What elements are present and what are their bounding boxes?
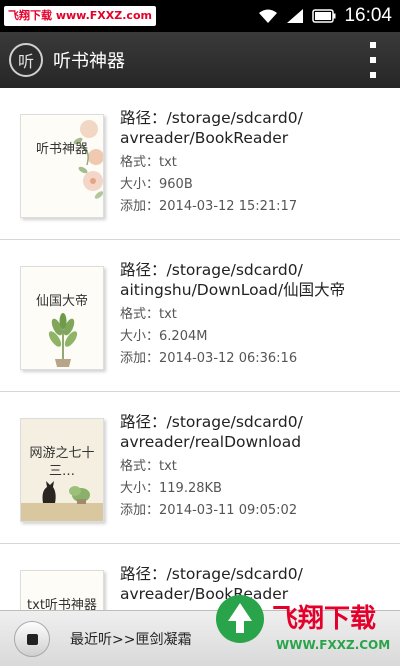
cover-title: 仙国大帝: [35, 294, 88, 309]
recently-listened[interactable]: 最近听>>匣剑凝霜: [70, 629, 191, 649]
overflow-menu-icon[interactable]: [368, 42, 378, 78]
svg-text:WWW.FXXZ.COM: WWW.FXXZ.COM: [276, 638, 390, 652]
book-added-date: 添加：2014-03-12 06:36:16: [120, 351, 298, 366]
plant-illustration: [48, 313, 78, 367]
watermark-text: 飞翔下载 www.FXXZ.com: [4, 6, 156, 26]
svg-text:飞翔下载: 飞翔下载: [272, 604, 376, 634]
list-item[interactable]: 听书神器 路径：/storage/sdcard0/ avreader/BookR…: [0, 88, 400, 240]
book-info: 路径：/storage/sdcard0/ avreader/BookReader…: [120, 108, 390, 218]
book-size: 大小：6.204M: [120, 329, 208, 344]
list-item[interactable]: 网游之七十三… 路径：/storage/sdcard0/ avreader/re…: [0, 392, 400, 544]
status-indicators: 16:04: [258, 0, 392, 32]
book-size: 大小：960B: [120, 177, 193, 192]
status-bar: 飞翔下载 www.FXXZ.com 16:04: [0, 0, 400, 32]
book-list[interactable]: 听书神器 路径：/storage/sdcard0/ avreader/BookR…: [0, 88, 400, 610]
clock: 16:04: [344, 5, 392, 26]
app-title: 听书神器: [53, 51, 125, 72]
book-cover: 仙国大帝: [20, 266, 104, 370]
book-path-line2: aitingshu/DownLoad/仙国大帝: [120, 281, 346, 299]
book-path: 路径：/storage/sdcard0/: [120, 565, 303, 583]
book-cover: 网游之七十三…: [20, 418, 104, 522]
book-added-date: 添加：2014-03-12 15:21:17: [120, 199, 298, 214]
book-info: 路径：/storage/sdcard0/ aitingshu/DownLoad/…: [120, 260, 390, 370]
cover-title: txt听书神器: [27, 598, 97, 610]
stop-button[interactable]: [14, 621, 50, 657]
signal-icon: [286, 8, 304, 24]
book-size: 大小：119.28KB: [120, 481, 222, 496]
list-item[interactable]: 仙国大帝 路径：/storage/sdcard0/ aitingshu/Down…: [0, 240, 400, 392]
book-format: 格式：txt: [120, 155, 177, 170]
book-path: 路径：/storage/sdcard0/: [120, 109, 303, 127]
battery-icon: [312, 8, 336, 24]
wifi-icon: [258, 8, 278, 24]
book-format: 格式：txt: [120, 459, 177, 474]
stop-icon: [26, 633, 38, 645]
book-path-line2: avreader/BookReader: [120, 129, 289, 147]
book-path: 路径：/storage/sdcard0/: [120, 413, 303, 431]
book-cover: 听书神器: [20, 114, 104, 218]
book-added-date: 添加：2014-03-11 09:05:02: [120, 503, 298, 518]
book-info: 路径：/storage/sdcard0/ avreader/realDownlo…: [120, 412, 390, 522]
app-bar: 听 听书神器: [0, 32, 400, 88]
book-format: 格式：txt: [120, 307, 177, 322]
book-path: 路径：/storage/sdcard0/: [120, 261, 303, 279]
book-path-line2: avreader/realDownload: [120, 433, 302, 451]
flower-illustration: [73, 120, 103, 199]
cover-title: 听书神器: [35, 142, 88, 157]
player-bar: 最近听>>匣剑凝霜 飞翔下载 WWW.FXXZ.COM: [0, 595, 400, 666]
app-logo[interactable]: 听: [9, 43, 43, 77]
cover-title: 网游之七十三…: [29, 446, 95, 479]
book-cover: txt听书神器: [20, 570, 104, 610]
watermark-logo: 飞翔下载 WWW.FXXZ.COM: [210, 589, 394, 661]
